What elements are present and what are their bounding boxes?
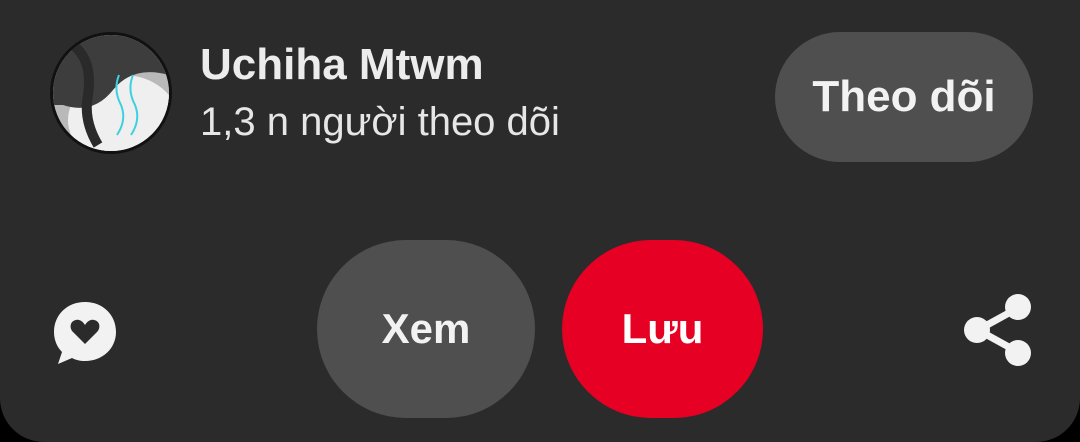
share-icon[interactable] bbox=[960, 290, 1036, 370]
comment-heart-icon[interactable] bbox=[50, 298, 120, 368]
follower-count: 1,3 n người theo dõi bbox=[200, 100, 560, 144]
username[interactable]: Uchiha Mtwm bbox=[200, 40, 484, 90]
pin-action-panel: Uchiha Mtwm 1,3 n người theo dõi Theo dõ… bbox=[0, 0, 1080, 442]
avatar-photo bbox=[53, 35, 169, 151]
follow-button[interactable]: Theo dõi bbox=[775, 32, 1033, 162]
view-button[interactable]: Xem bbox=[317, 240, 535, 418]
avatar[interactable] bbox=[50, 32, 172, 154]
save-button[interactable]: Lưu bbox=[562, 240, 763, 418]
